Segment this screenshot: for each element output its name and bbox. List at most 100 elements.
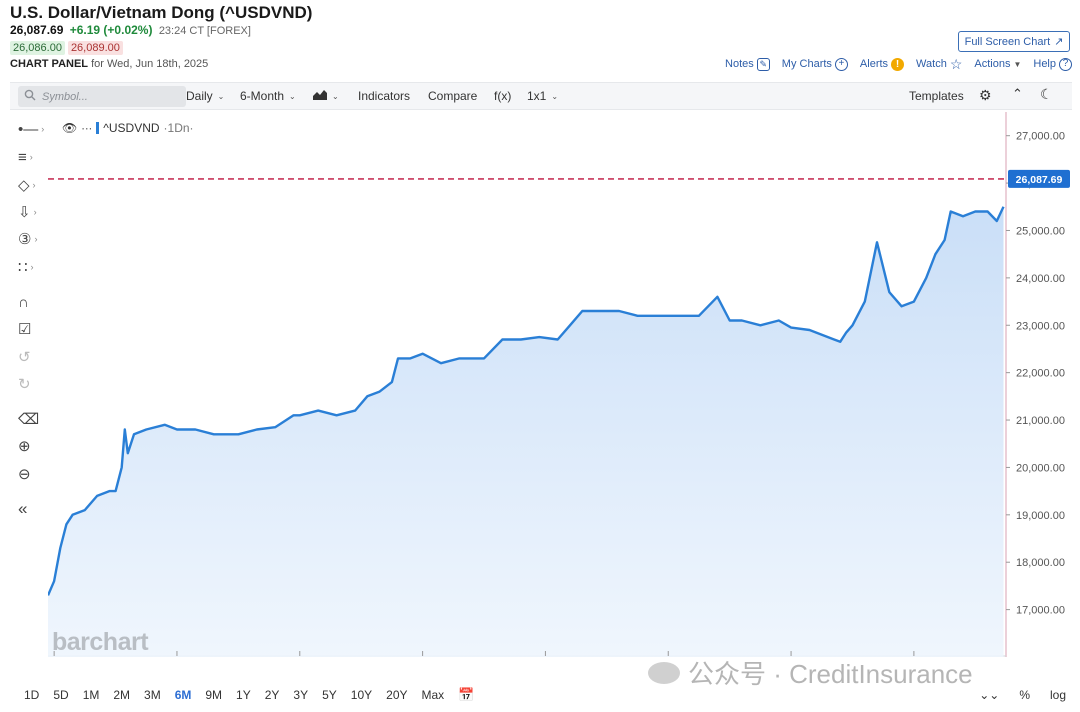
top-links: Notes ✎ My Charts + Alerts ! Watch ☆ Act… — [725, 57, 1072, 71]
eye-icon[interactable]: 👁 — [62, 121, 77, 135]
quote-time: 23:24 CT [FOREX] — [158, 25, 251, 37]
shape-tool-icon[interactable]: ◇ › — [18, 174, 48, 196]
barchart-logo: barchart — [52, 628, 149, 656]
search-icon — [24, 89, 36, 104]
range-9m[interactable]: 9M — [205, 688, 222, 702]
y-tick-label: 21,000.00 — [1016, 415, 1065, 427]
period-value: 6-Month — [240, 89, 285, 103]
edit-icon: ✎ — [756, 57, 770, 71]
range-1y[interactable]: 1Y — [236, 688, 251, 702]
y-tick-label: 17,000.00 — [1016, 605, 1065, 617]
last-price-tag-label: 26,087.69 — [1016, 174, 1063, 186]
range-5y[interactable]: 5Y — [322, 688, 337, 702]
indicators-button[interactable]: Indicators — [358, 89, 410, 103]
crosshair-tool-icon[interactable]: •— › — [18, 118, 48, 140]
panel-title: CHART PANEL — [10, 58, 89, 70]
y-tick-label: 22,000.00 — [1016, 368, 1065, 380]
range-1d[interactable]: 1D — [24, 688, 39, 702]
last-price: 26,087.69 — [10, 23, 64, 37]
redo-icon[interactable]: ↻ — [18, 373, 48, 395]
chevron-down-icon: ⌄ — [551, 91, 559, 101]
my-charts-link[interactable]: My Charts + — [781, 57, 848, 71]
my-charts-label: My Charts — [781, 58, 832, 70]
range-max[interactable]: Max — [422, 688, 445, 702]
undo-icon[interactable]: ↺ — [18, 346, 48, 368]
interval-dropdown[interactable]: Daily ⌄ — [186, 89, 224, 103]
price-change: +6.19 (+0.02%) — [69, 23, 153, 37]
actions-label: Actions — [974, 58, 1011, 70]
bid-ask: 26,086.00 26,089.00 — [10, 41, 123, 55]
ask-price: 26,089.00 — [67, 41, 123, 55]
log-toggle[interactable]: log — [1050, 688, 1066, 702]
range-3y[interactable]: 3Y — [293, 688, 308, 702]
question-icon: ? — [1059, 57, 1072, 71]
chevron-down-icon: ⌄ — [217, 91, 225, 101]
series-legend[interactable]: 👁 ⋯ ^USDVND ·1Dn· — [62, 121, 194, 135]
area-chart-icon — [313, 89, 327, 103]
collapse-up-icon[interactable]: ⌃ — [1012, 86, 1023, 102]
full-screen-chart-button[interactable]: Full Screen Chart ↗ — [958, 31, 1070, 52]
layout-value: 1x1 — [527, 89, 547, 103]
price-chart[interactable]: 27,000.0026,000.0025,000.0024,000.0023,0… — [48, 112, 1072, 657]
y-tick-label: 19,000.00 — [1016, 510, 1065, 522]
zoom-out-icon[interactable]: ⊖ — [18, 463, 48, 485]
y-tick-label: 18,000.00 — [1016, 557, 1065, 569]
wechat-logo-icon — [648, 661, 680, 684]
compare-button[interactable]: Compare — [428, 89, 477, 103]
function-button[interactable]: f(x) — [494, 89, 511, 103]
arrow-down-tool-icon[interactable]: ⇩ › — [18, 201, 48, 223]
fibonacci-tool-icon[interactable]: ∷ › — [18, 256, 48, 278]
range-1m[interactable]: 1M — [83, 688, 100, 702]
quote-line: 26,087.69 +6.19 (+0.02%) 23:24 CT [FOREX… — [10, 23, 251, 37]
notes-link[interactable]: Notes ✎ — [725, 57, 770, 71]
watch-link[interactable]: Watch ☆ — [916, 57, 962, 71]
series-color-swatch — [96, 122, 100, 134]
calendar-icon[interactable]: 📅 — [458, 687, 474, 703]
chevron-down-icon: ⌄ — [332, 91, 339, 101]
panel-date: for Wed, Jun 18th, 2025 — [91, 58, 209, 70]
collapse-left-icon[interactable]: « — [18, 498, 48, 520]
legend-suffix: ·1Dn· — [163, 121, 194, 135]
time-range-bar: 1D 5D 1M 2M 3M 6M 9M 1Y 2Y 3Y 5Y 10Y 20Y Max 📅 ⌄⌄ % l… — [10, 683, 1072, 707]
caret-down-icon: ▼ — [1013, 59, 1022, 69]
plus-circle-icon: + — [834, 57, 848, 71]
alerts-link[interactable]: Alerts ! — [859, 57, 905, 71]
gear-icon[interactable]: ⚙ — [979, 87, 992, 104]
chart-type-dropdown[interactable]: ⌄ — [313, 89, 339, 103]
symbol-placeholder: Symbol... — [42, 90, 88, 103]
full-screen-label: Full Screen Chart — [964, 35, 1051, 48]
symbol-search-input[interactable]: Symbol... — [18, 86, 186, 107]
y-tick-label: 24,000.00 — [1016, 273, 1065, 285]
range-10y[interactable]: 10Y — [351, 688, 372, 702]
range-2y[interactable]: 2Y — [265, 688, 280, 702]
range-20y[interactable]: 20Y — [386, 688, 407, 702]
chart-panel-label: CHART PANEL for Wed, Jun 18th, 2025 — [10, 58, 208, 70]
percent-toggle[interactable]: % — [1019, 688, 1030, 702]
period-dropdown[interactable]: 6-Month ⌄ — [240, 89, 296, 103]
star-icon: ☆ — [949, 56, 963, 72]
zoom-in-icon[interactable]: ⊕ — [18, 435, 48, 457]
actions-menu[interactable]: Actions ▼ — [974, 58, 1021, 70]
templates-button[interactable]: Templates — [909, 89, 964, 103]
range-2m[interactable]: 2M — [113, 688, 130, 702]
help-link[interactable]: Help ? — [1033, 57, 1072, 71]
scroll-down-icon[interactable]: ⌄⌄ — [979, 688, 999, 702]
layout-dropdown[interactable]: 1x1 ⌄ — [527, 89, 558, 103]
y-tick-label: 27,000.00 — [1016, 131, 1065, 143]
trendline-tool-icon[interactable]: ≡ › — [18, 146, 48, 168]
y-tick-label: 23,000.00 — [1016, 320, 1065, 332]
y-tick-label: 25,000.00 — [1016, 225, 1065, 237]
lock-icon[interactable]: ☑ — [18, 318, 48, 340]
range-5d[interactable]: 5D — [53, 688, 68, 702]
magnet-icon[interactable]: ∩ — [18, 291, 48, 313]
more-dots-icon[interactable]: ⋯ — [81, 122, 92, 135]
annotation-tool-icon[interactable]: ③ › — [18, 228, 48, 250]
moon-icon[interactable]: ☾ — [1040, 86, 1053, 103]
alerts-label: Alerts — [859, 58, 889, 70]
price-chart-svg[interactable]: 27,000.0026,000.0025,000.0024,000.0023,0… — [48, 112, 1072, 657]
notes-label: Notes — [725, 58, 754, 70]
expand-arrow-icon: ↗ — [1054, 36, 1064, 48]
range-3m[interactable]: 3M — [144, 688, 161, 702]
range-6m[interactable]: 6M — [175, 688, 192, 702]
trash-icon[interactable]: ⌫ — [18, 408, 48, 430]
